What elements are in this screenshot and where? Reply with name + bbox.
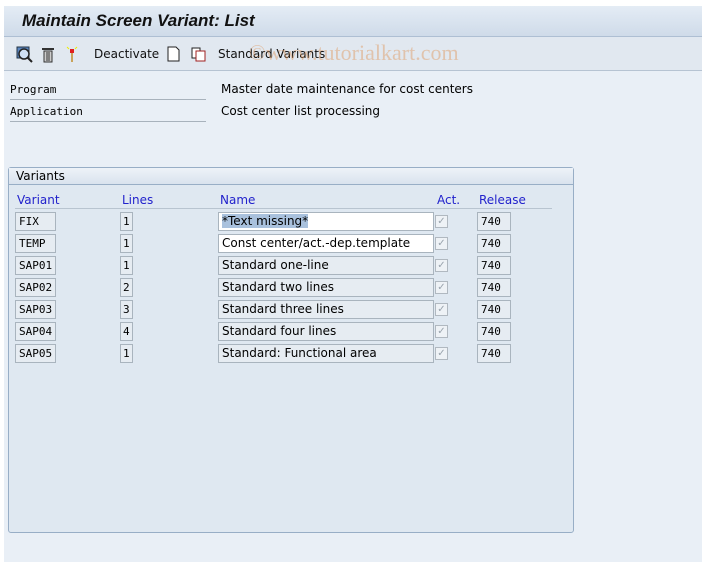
name-text: Standard four lines xyxy=(222,324,337,338)
release-field[interactable]: 740 xyxy=(477,322,511,341)
release-field[interactable]: 740 xyxy=(477,256,511,275)
lines-field[interactable]: 3 xyxy=(120,300,133,319)
variants-group: Variants Variant Lines Name Act. Release… xyxy=(8,167,574,533)
release-field[interactable]: 740 xyxy=(477,278,511,297)
name-field[interactable]: Standard three lines xyxy=(218,300,434,319)
active-checkbox[interactable]: ✓ xyxy=(435,325,448,338)
toolbar: Deactivate Standard Variants ©www.tutori… xyxy=(4,37,702,71)
page-title: Maintain Screen Variant: List xyxy=(22,11,255,30)
variant-field[interactable]: SAP01 xyxy=(15,256,56,275)
lines-field[interactable]: 4 xyxy=(120,322,133,341)
active-checkbox[interactable]: ✓ xyxy=(435,347,448,360)
magic-wand-icon xyxy=(66,46,78,62)
lines-field[interactable]: 1 xyxy=(120,256,133,275)
table-row: SAP04 4 Standard four lines ✓ 740 xyxy=(9,322,569,341)
title-bar: Maintain Screen Variant: List xyxy=(4,6,702,37)
name-field[interactable]: Const center/act.-dep.template xyxy=(218,234,434,253)
lines-field[interactable]: 1 xyxy=(120,212,133,231)
header-divider xyxy=(15,208,552,209)
column-header-name: Name xyxy=(220,193,256,207)
column-header-lines: Lines xyxy=(122,193,154,207)
table-row: TEMP 1 Const center/act.-dep.template ✓ 740 xyxy=(9,234,569,253)
details-button[interactable] xyxy=(16,45,33,63)
lines-field[interactable]: 1 xyxy=(120,344,133,363)
name-text: Standard: Functional area xyxy=(222,346,377,360)
table-row: SAP05 1 Standard: Functional area ✓ 740 xyxy=(9,344,569,363)
column-header-variant: Variant xyxy=(17,193,60,207)
name-field[interactable]: *Text missing* xyxy=(218,212,434,231)
active-checkbox[interactable]: ✓ xyxy=(435,215,448,228)
release-field[interactable]: 740 xyxy=(477,234,511,253)
copy-icon xyxy=(191,47,206,61)
program-label: Program xyxy=(10,80,206,100)
name-field[interactable]: Standard four lines xyxy=(218,322,434,341)
table-row: SAP02 2 Standard two lines ✓ 740 xyxy=(9,278,569,297)
name-text: Const center/act.-dep.template xyxy=(222,236,411,250)
variant-field[interactable]: FIX xyxy=(15,212,56,231)
active-checkbox[interactable]: ✓ xyxy=(435,237,448,250)
release-field[interactable]: 740 xyxy=(477,344,511,363)
active-checkbox[interactable]: ✓ xyxy=(435,259,448,272)
new-document-icon xyxy=(167,46,180,62)
application-value: Cost center list processing xyxy=(221,104,381,118)
column-header-active: Act. xyxy=(437,193,461,207)
application-label: Application xyxy=(10,102,206,122)
group-title: Variants xyxy=(9,168,573,185)
trash-icon xyxy=(42,47,54,62)
name-field[interactable]: Standard one-line xyxy=(218,256,434,275)
variant-field[interactable]: SAP03 xyxy=(15,300,56,319)
release-field[interactable]: 740 xyxy=(477,212,511,231)
magnifier-icon xyxy=(16,46,33,63)
program-value: Master date maintenance for cost centers xyxy=(221,82,473,96)
name-text: *Text missing* xyxy=(222,214,309,228)
column-header-release: Release xyxy=(479,193,526,207)
delete-button[interactable] xyxy=(41,45,55,63)
name-text: Standard two lines xyxy=(222,280,334,294)
variant-field[interactable]: SAP02 xyxy=(15,278,56,297)
deactivate-button[interactable]: Deactivate xyxy=(94,45,159,63)
activate-button[interactable] xyxy=(66,45,78,63)
release-field[interactable]: 740 xyxy=(477,300,511,319)
active-checkbox[interactable]: ✓ xyxy=(435,281,448,294)
table-row: SAP01 1 Standard one-line ✓ 740 xyxy=(9,256,569,275)
table-row: FIX 1 *Text missing* ✓ 740 xyxy=(9,212,569,231)
variant-field[interactable]: SAP04 xyxy=(15,322,56,341)
new-button[interactable] xyxy=(167,45,180,63)
name-text: Standard three lines xyxy=(222,302,344,316)
name-text: Standard one-line xyxy=(222,258,329,272)
standard-variants-button[interactable]: Standard Variants xyxy=(218,45,325,63)
name-field[interactable]: Standard two lines xyxy=(218,278,434,297)
variant-field[interactable]: TEMP xyxy=(15,234,56,253)
lines-field[interactable]: 2 xyxy=(120,278,133,297)
copy-button[interactable] xyxy=(191,45,206,63)
variant-field[interactable]: SAP05 xyxy=(15,344,56,363)
name-field[interactable]: Standard: Functional area xyxy=(218,344,434,363)
active-checkbox[interactable]: ✓ xyxy=(435,303,448,316)
lines-field[interactable]: 1 xyxy=(120,234,133,253)
table-row: SAP03 3 Standard three lines ✓ 740 xyxy=(9,300,569,319)
window: Maintain Screen Variant: List Deactivate… xyxy=(4,6,702,562)
